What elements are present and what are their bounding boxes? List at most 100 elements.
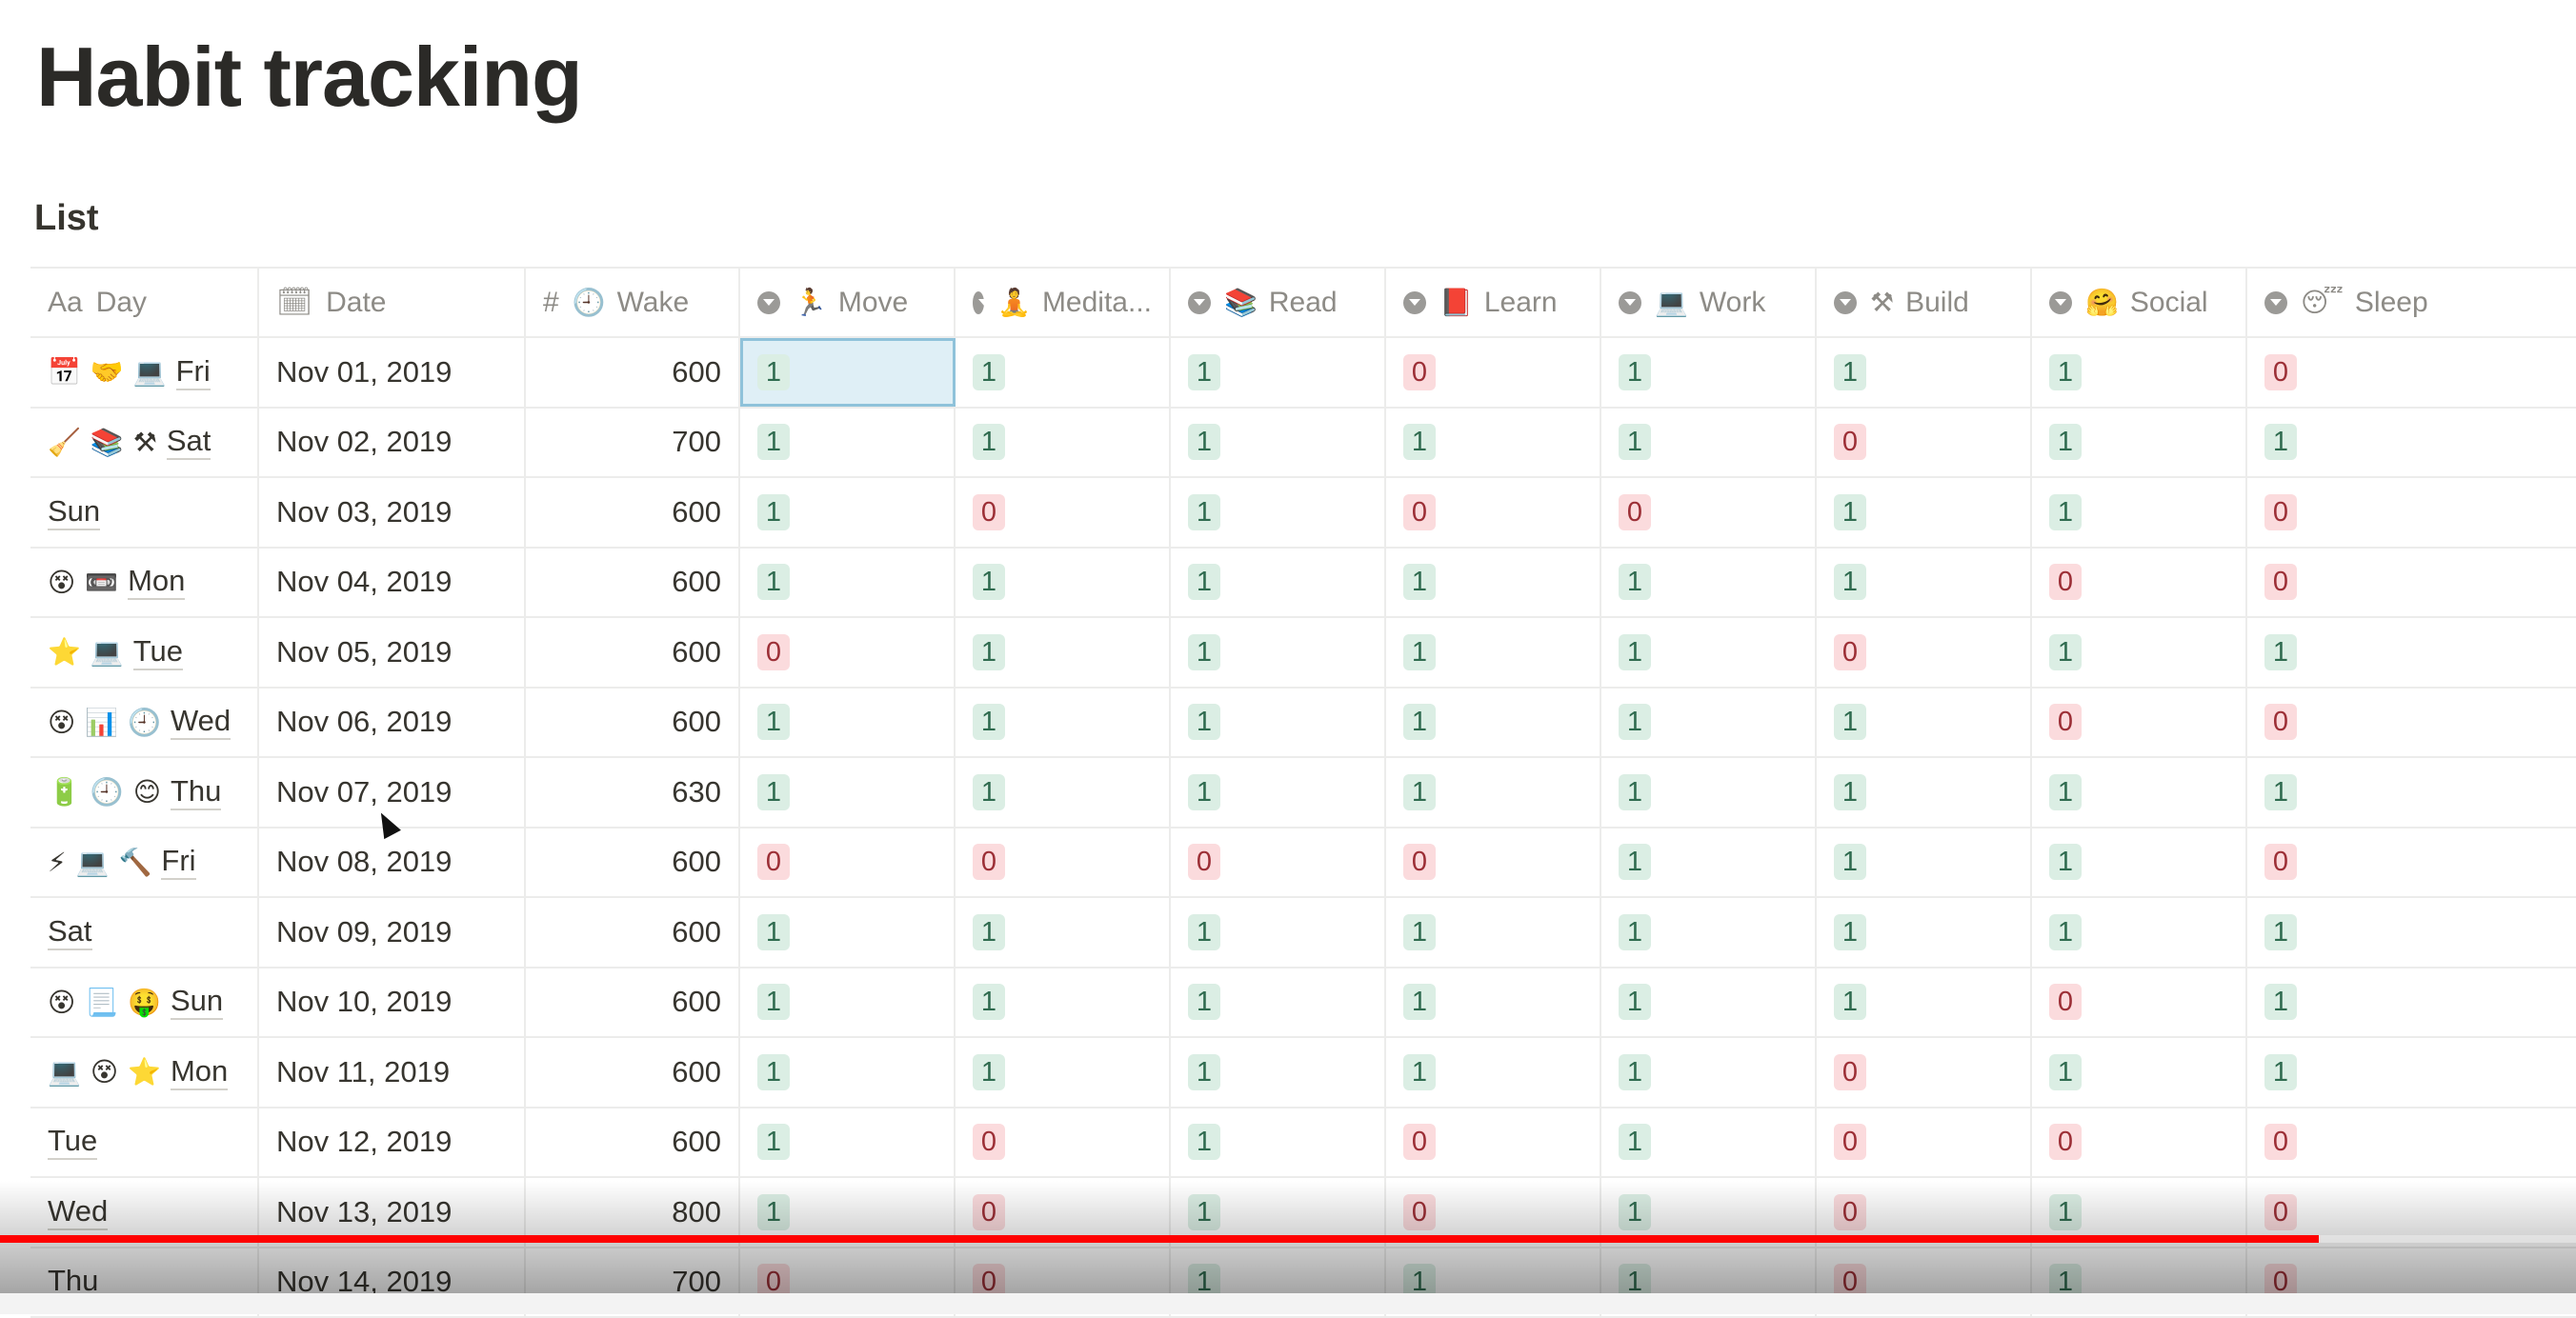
build-cell[interactable]: 1	[1817, 829, 2032, 897]
build-cell[interactable]: 0	[1817, 409, 2032, 477]
wake-cell[interactable]: 600	[526, 898, 740, 967]
build-cell[interactable]: 1	[1817, 758, 2032, 827]
day-title[interactable]: Mon	[171, 1054, 228, 1090]
date-cell[interactable]: Nov 04, 2019	[259, 549, 526, 617]
learn-cell[interactable]: 0	[1386, 1108, 1601, 1177]
column-header-read[interactable]: 📚Read	[1171, 269, 1386, 336]
build-cell[interactable]: 1	[1817, 338, 2032, 407]
table-row[interactable]: ⭐💻TueNov 05, 201960001111011	[30, 618, 2576, 689]
sleep-cell[interactable]: 1	[2247, 1038, 2558, 1107]
read-cell[interactable]: 1	[1171, 689, 1386, 757]
meditate-cell[interactable]: 1	[956, 618, 1171, 687]
social-cell[interactable]: 1	[2032, 338, 2247, 407]
work-cell[interactable]: 1	[1601, 898, 1817, 967]
sleep-cell[interactable]: 1	[2247, 758, 2558, 827]
sleep-cell[interactable]: 1	[2247, 898, 2558, 967]
day-cell[interactable]: 😵📼Mon	[30, 549, 259, 617]
sleep-cell[interactable]: 0	[2247, 1108, 2558, 1177]
sleep-cell[interactable]: 1	[2247, 969, 2558, 1037]
work-cell[interactable]: 0	[1601, 478, 1817, 547]
wake-cell[interactable]: 600	[526, 1038, 740, 1107]
date-cell[interactable]: Nov 11, 2019	[259, 1038, 526, 1107]
meditate-cell[interactable]: 1	[956, 898, 1171, 967]
work-cell[interactable]: 1	[1601, 758, 1817, 827]
move-cell[interactable]: 1	[740, 478, 956, 547]
move-cell[interactable]: 1	[740, 549, 956, 617]
move-cell[interactable]: 1	[740, 758, 956, 827]
learn-cell[interactable]: 1	[1386, 549, 1601, 617]
read-cell[interactable]: 1	[1171, 969, 1386, 1037]
day-cell[interactable]: Sun	[30, 478, 259, 547]
build-cell[interactable]: 1	[1817, 898, 2032, 967]
learn-cell[interactable]: 0	[1386, 478, 1601, 547]
day-cell[interactable]: 😵📊🕘Wed	[30, 689, 259, 757]
wake-cell[interactable]: 630	[526, 758, 740, 827]
build-cell[interactable]: 0	[1817, 1038, 2032, 1107]
date-cell[interactable]: Nov 03, 2019	[259, 478, 526, 547]
read-cell[interactable]: 1	[1171, 618, 1386, 687]
meditate-cell[interactable]: 0	[956, 829, 1171, 897]
table-row[interactable]: 🧹📚⚒SatNov 02, 201970011111011	[30, 409, 2576, 479]
meditate-cell[interactable]: 1	[956, 689, 1171, 757]
work-cell[interactable]: 1	[1601, 969, 1817, 1037]
learn-cell[interactable]: 1	[1386, 898, 1601, 967]
table-row[interactable]: 😵📼MonNov 04, 201960011111100	[30, 549, 2576, 619]
move-cell[interactable]: 1	[740, 338, 956, 407]
build-cell[interactable]: 0	[1817, 1108, 2032, 1177]
column-header-move[interactable]: 🏃Move	[740, 269, 956, 336]
table-row[interactable]: ⚡💻🔨FriNov 08, 201960000001110	[30, 829, 2576, 899]
social-cell[interactable]: 1	[2032, 758, 2247, 827]
day-title[interactable]: Sun	[171, 984, 223, 1020]
meditate-cell[interactable]: 0	[956, 478, 1171, 547]
move-cell[interactable]: 1	[740, 969, 956, 1037]
date-cell[interactable]: Nov 12, 2019	[259, 1108, 526, 1177]
build-cell[interactable]: 1	[1817, 478, 2032, 547]
sleep-cell[interactable]: 0	[2247, 689, 2558, 757]
column-header-meditate[interactable]: 🧘Medita...	[956, 269, 1171, 336]
read-cell[interactable]: 1	[1171, 478, 1386, 547]
move-cell[interactable]: 1	[740, 898, 956, 967]
read-cell[interactable]: 1	[1171, 1108, 1386, 1177]
wake-cell[interactable]: 600	[526, 338, 740, 407]
move-cell[interactable]: 1	[740, 689, 956, 757]
build-cell[interactable]: 0	[1817, 618, 2032, 687]
move-cell[interactable]: 1	[740, 1038, 956, 1107]
work-cell[interactable]: 1	[1601, 549, 1817, 617]
work-cell[interactable]: 1	[1601, 618, 1817, 687]
table-row[interactable]: 📅🤝💻FriNov 01, 201960011101110	[30, 338, 2576, 409]
sleep-cell[interactable]: 1	[2247, 618, 2558, 687]
column-header-sleep[interactable]: 😴Sleep	[2247, 269, 2558, 336]
meditate-cell[interactable]: 1	[956, 969, 1171, 1037]
wake-cell[interactable]: 600	[526, 969, 740, 1037]
day-title[interactable]: Sat	[167, 424, 211, 460]
read-cell[interactable]: 1	[1171, 549, 1386, 617]
day-cell[interactable]: 📅🤝💻Fri	[30, 338, 259, 407]
day-title[interactable]: Fri	[176, 354, 211, 390]
table-row[interactable]: 💻😵⭐MonNov 11, 201960011111011	[30, 1038, 2576, 1108]
day-cell[interactable]: 🧹📚⚒Sat	[30, 409, 259, 477]
column-header-work[interactable]: 💻Work	[1601, 269, 1817, 336]
learn-cell[interactable]: 1	[1386, 409, 1601, 477]
meditate-cell[interactable]: 1	[956, 1038, 1171, 1107]
meditate-cell[interactable]: 1	[956, 758, 1171, 827]
read-cell[interactable]: 1	[1171, 758, 1386, 827]
day-title[interactable]: Sat	[48, 914, 92, 950]
work-cell[interactable]: 1	[1601, 1108, 1817, 1177]
meditate-cell[interactable]: 1	[956, 338, 1171, 407]
video-progress-bar[interactable]	[0, 1235, 2576, 1243]
date-cell[interactable]: Nov 02, 2019	[259, 409, 526, 477]
learn-cell[interactable]: 1	[1386, 618, 1601, 687]
date-cell[interactable]: Nov 10, 2019	[259, 969, 526, 1037]
wake-cell[interactable]: 600	[526, 478, 740, 547]
work-cell[interactable]: 1	[1601, 338, 1817, 407]
build-cell[interactable]: 1	[1817, 689, 2032, 757]
table-row[interactable]: SunNov 03, 201960010100110	[30, 478, 2576, 549]
learn-cell[interactable]: 1	[1386, 969, 1601, 1037]
move-cell[interactable]: 1	[740, 409, 956, 477]
read-cell[interactable]: 1	[1171, 409, 1386, 477]
meditate-cell[interactable]: 0	[956, 1108, 1171, 1177]
read-cell[interactable]: 1	[1171, 1038, 1386, 1107]
day-cell[interactable]: ⚡💻🔨Fri	[30, 829, 259, 897]
meditate-cell[interactable]: 1	[956, 409, 1171, 477]
learn-cell[interactable]: 1	[1386, 758, 1601, 827]
